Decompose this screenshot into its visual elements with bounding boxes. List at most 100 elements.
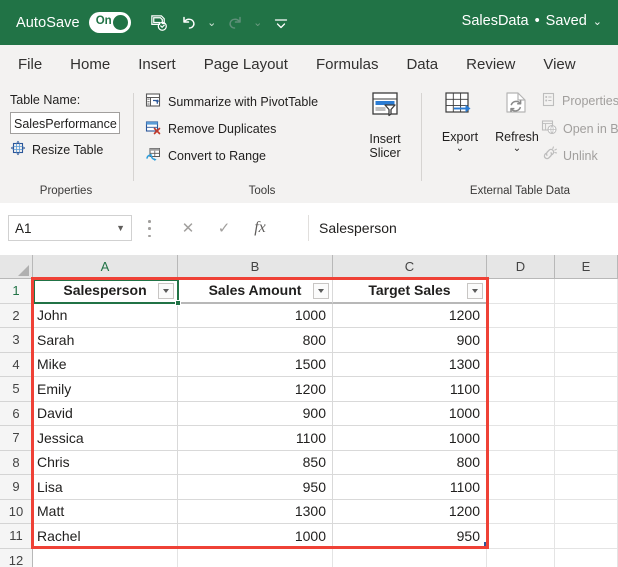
tab-home[interactable]: Home — [70, 45, 110, 85]
cell-e2[interactable] — [555, 303, 618, 328]
column-header-d[interactable]: D — [487, 255, 555, 279]
cell-a2[interactable]: John — [33, 303, 178, 328]
cell-d11[interactable] — [487, 524, 555, 549]
tab-formulas[interactable]: Formulas — [316, 45, 379, 85]
redo-dropdown-chevron-icon[interactable]: ⌄ — [251, 8, 265, 38]
name-box[interactable]: A1 ▼ — [8, 215, 132, 241]
customize-quick-access-icon[interactable] — [267, 8, 295, 38]
export-button[interactable]: Export ⌄ — [432, 91, 488, 154]
cell-e1[interactable] — [555, 279, 618, 304]
cell-e7[interactable] — [555, 426, 618, 451]
document-title[interactable]: SalesData • Saved ⌄ — [462, 13, 602, 29]
cell-d5[interactable] — [487, 377, 555, 402]
cell-c8[interactable]: 800 — [333, 450, 487, 475]
column-header-e[interactable]: E — [555, 255, 618, 279]
cell-c7[interactable]: 1000 — [333, 426, 487, 451]
cell-b8[interactable]: 850 — [178, 450, 333, 475]
tab-review[interactable]: Review — [466, 45, 515, 85]
cancel-icon[interactable]: ✕ — [170, 215, 206, 241]
title-chevron-down-icon[interactable]: ⌄ — [593, 15, 602, 28]
tab-data[interactable]: Data — [406, 45, 438, 85]
formula-bar-drag-handle[interactable] — [148, 220, 151, 237]
cell-b9[interactable]: 950 — [178, 475, 333, 500]
cell-c4[interactable]: 1300 — [333, 352, 487, 377]
cell-a9[interactable]: Lisa — [33, 475, 178, 500]
tab-file[interactable]: File — [18, 45, 42, 85]
tab-view[interactable]: View — [543, 45, 575, 85]
cell-a3[interactable]: Sarah — [33, 328, 178, 353]
table-header-cell-b1[interactable]: Sales Amount — [178, 279, 333, 304]
remove-duplicates-button[interactable]: Remove Duplicates — [145, 119, 276, 139]
row-header-9[interactable]: 9 — [0, 475, 33, 500]
convert-to-range-button[interactable]: Convert to Range — [145, 146, 266, 166]
row-header-8[interactable]: 8 — [0, 450, 33, 475]
row-header-11[interactable]: 11 — [0, 524, 33, 549]
cell-a8[interactable]: Chris — [33, 450, 178, 475]
cell-c11[interactable]: 950 — [333, 524, 487, 549]
cell-c9[interactable]: 1100 — [333, 475, 487, 500]
cell-b3[interactable]: 800 — [178, 328, 333, 353]
cell-e6[interactable] — [555, 401, 618, 426]
cell-b11[interactable]: 1000 — [178, 524, 333, 549]
cell-a11[interactable]: Rachel — [33, 524, 178, 549]
summarize-with-pivottable-button[interactable]: Summarize with PivotTable — [145, 92, 318, 112]
table-header-cell-c1[interactable]: Target Sales — [333, 279, 487, 304]
cell-a4[interactable]: Mike — [33, 352, 178, 377]
filter-dropdown-icon-c[interactable] — [467, 283, 483, 299]
row-header-7[interactable]: 7 — [0, 426, 33, 451]
fill-handle[interactable] — [175, 300, 181, 306]
cell-b6[interactable]: 900 — [178, 401, 333, 426]
cell-d12[interactable] — [487, 548, 555, 567]
cell-a12[interactable] — [33, 548, 178, 567]
formula-input[interactable]: Salesperson — [308, 215, 618, 241]
cell-e9[interactable] — [555, 475, 618, 500]
cell-c12[interactable] — [333, 548, 487, 567]
cell-c6[interactable]: 1000 — [333, 401, 487, 426]
cell-d10[interactable] — [487, 499, 555, 524]
redo-icon[interactable] — [221, 8, 249, 38]
tab-page-layout[interactable]: Page Layout — [204, 45, 288, 85]
cell-c10[interactable]: 1200 — [333, 499, 487, 524]
cell-d2[interactable] — [487, 303, 555, 328]
undo-dropdown-chevron-icon[interactable]: ⌄ — [205, 8, 219, 38]
cell-a6[interactable]: David — [33, 401, 178, 426]
cell-e8[interactable] — [555, 450, 618, 475]
cell-d3[interactable] — [487, 328, 555, 353]
autosave-toggle[interactable]: On — [88, 12, 131, 33]
cell-e11[interactable] — [555, 524, 618, 549]
filter-dropdown-icon-a[interactable] — [158, 283, 174, 299]
cell-a7[interactable]: Jessica — [33, 426, 178, 451]
row-header-4[interactable]: 4 — [0, 352, 33, 377]
row-header-3[interactable]: 3 — [0, 328, 33, 353]
row-header-5[interactable]: 5 — [0, 377, 33, 402]
insert-slicer-button[interactable]: Insert Slicer — [357, 91, 413, 160]
cell-d1[interactable] — [487, 279, 555, 304]
cell-b2[interactable]: 1000 — [178, 303, 333, 328]
save-icon[interactable] — [145, 8, 173, 38]
cell-d9[interactable] — [487, 475, 555, 500]
cell-e5[interactable] — [555, 377, 618, 402]
table-resize-handle[interactable] — [480, 542, 486, 548]
cell-b12[interactable] — [178, 548, 333, 567]
row-header-6[interactable]: 6 — [0, 401, 33, 426]
row-header-10[interactable]: 10 — [0, 499, 33, 524]
cell-a5[interactable]: Emily — [33, 377, 178, 402]
cell-b4[interactable]: 1500 — [178, 352, 333, 377]
filter-dropdown-icon-b[interactable] — [313, 283, 329, 299]
cell-d8[interactable] — [487, 450, 555, 475]
cell-d4[interactable] — [487, 352, 555, 377]
enter-icon[interactable]: ✓ — [206, 215, 242, 241]
select-all-corner[interactable] — [0, 255, 33, 279]
cell-b10[interactable]: 1300 — [178, 499, 333, 524]
row-header-1[interactable]: 1 — [0, 279, 33, 304]
cell-e4[interactable] — [555, 352, 618, 377]
export-chevron-down-icon[interactable]: ⌄ — [456, 144, 464, 154]
cell-e12[interactable] — [555, 548, 618, 567]
refresh-chevron-down-icon[interactable]: ⌄ — [513, 144, 521, 154]
cell-a10[interactable]: Matt — [33, 499, 178, 524]
cell-c2[interactable]: 1200 — [333, 303, 487, 328]
cell-b7[interactable]: 1100 — [178, 426, 333, 451]
insert-function-icon[interactable]: fx — [242, 215, 278, 241]
resize-table-button[interactable]: Resize Table — [10, 140, 103, 159]
cell-e3[interactable] — [555, 328, 618, 353]
